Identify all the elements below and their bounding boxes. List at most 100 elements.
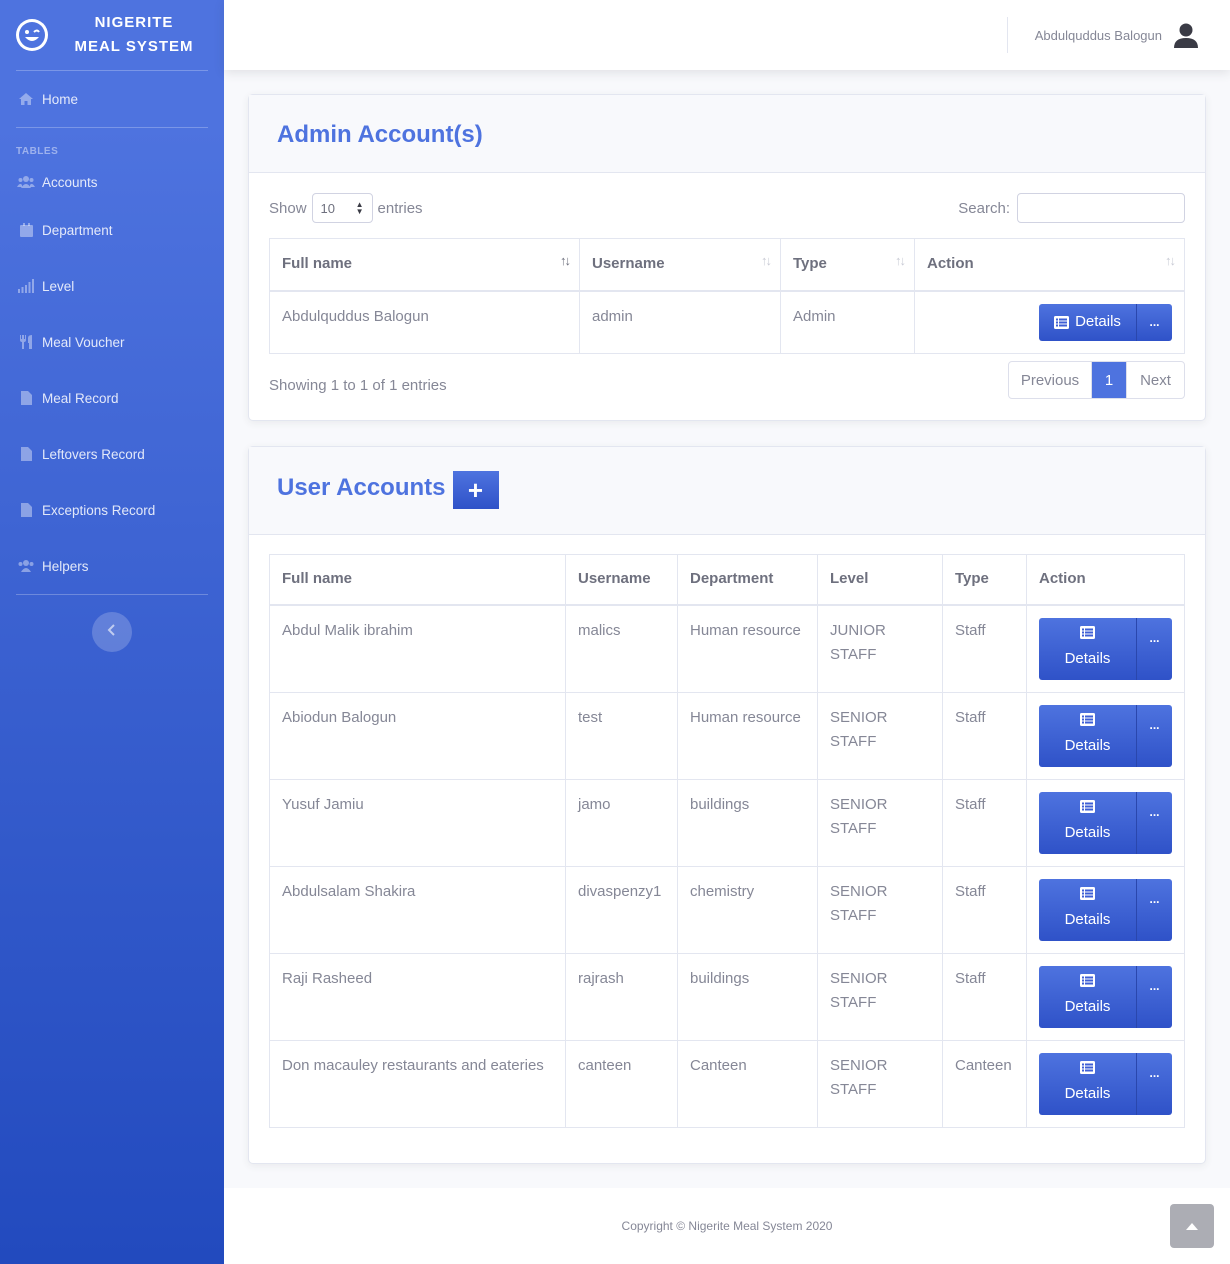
entries-label: entries xyxy=(377,199,423,217)
entries-length-control: Show 10 ▲ ▼ entries xyxy=(269,193,423,223)
sidebar-item-meal-record[interactable]: Meal Record xyxy=(0,370,224,426)
entries-select[interactable]: 10 ▲ ▼ xyxy=(311,193,373,223)
more-options-button[interactable]: ... xyxy=(1136,965,1172,1028)
home-icon xyxy=(17,92,35,106)
brand-line1: NIGERITE xyxy=(94,14,174,31)
sidebar-item-helpers[interactable]: Helpers xyxy=(0,538,224,594)
column-header-label: Action xyxy=(927,255,974,272)
cell-type: Staff xyxy=(942,865,1027,954)
brand-name: NIGERITE MEAL SYSTEM xyxy=(48,11,224,59)
cell-type: Staff xyxy=(942,604,1027,693)
scroll-to-top-button[interactable] xyxy=(1170,1204,1214,1248)
sidebar-divider xyxy=(16,594,208,595)
pagination: Previous 1 Next xyxy=(1008,361,1185,399)
details-button[interactable]: Details xyxy=(1039,1052,1136,1115)
more-options-button[interactable]: ... xyxy=(1136,1052,1172,1115)
details-button-group: Details ... xyxy=(1039,303,1172,341)
sidebar-item-department[interactable]: Department xyxy=(0,202,224,258)
pagination-next[interactable]: Next xyxy=(1126,362,1184,398)
sidebar-item-label: Level xyxy=(42,278,75,294)
list-icon xyxy=(1080,713,1095,726)
cell-action: Details... xyxy=(1026,952,1185,1041)
admin-card-header: Admin Account(s) xyxy=(249,95,1205,173)
column-header-full-name[interactable]: Full name xyxy=(269,554,566,606)
column-header-type[interactable]: Type ↑↓ xyxy=(780,238,915,292)
cell-username: malics xyxy=(565,604,678,693)
sort-icon: ↑↓ xyxy=(1165,253,1176,268)
sidebar-item-leftovers-record[interactable]: Leftovers Record xyxy=(0,426,224,482)
column-header-action[interactable]: Action xyxy=(1026,554,1185,606)
admin-table: Full name ↑↓ Username ↑↓ Type ↑↓ Action ↑↓ A… xyxy=(269,238,1185,354)
file-icon xyxy=(17,447,35,461)
sidebar-item-label: Exceptions Record xyxy=(42,502,156,518)
search-input[interactable] xyxy=(1017,193,1185,223)
sidebar-item-accounts[interactable]: Accounts xyxy=(0,162,224,202)
details-button-label: Details xyxy=(1064,737,1111,754)
cell-level: SENIOR STAFF xyxy=(817,865,943,954)
more-options-button[interactable]: ... xyxy=(1136,303,1172,341)
details-button[interactable]: Details xyxy=(1039,791,1136,854)
column-header-full-name[interactable]: Full name ↑↓ xyxy=(269,238,580,292)
entries-select-value: 10 xyxy=(320,200,335,216)
cell-level: SENIOR STAFF xyxy=(817,952,943,1041)
column-header-department[interactable]: Department xyxy=(677,554,818,606)
column-header-label: Username xyxy=(592,255,665,272)
cell-type: Staff xyxy=(942,952,1027,1041)
pagination-previous[interactable]: Previous xyxy=(1009,362,1092,398)
sort-icon: ↑↓ xyxy=(761,253,772,268)
sidebar: NIGERITE MEAL SYSTEM Home TABLES Account… xyxy=(0,0,224,1264)
user-card-header: User Accounts + xyxy=(249,447,1205,535)
sidebar-item-meal-voucher[interactable]: Meal Voucher xyxy=(0,314,224,370)
cell-level: JUNIOR STAFF xyxy=(817,604,943,693)
cell-level: SENIOR STAFF xyxy=(817,1039,943,1128)
column-header-label: Type xyxy=(793,255,827,272)
topbar-divider xyxy=(1007,17,1008,53)
more-options-button[interactable]: ... xyxy=(1136,617,1172,680)
details-button[interactable]: Details xyxy=(1039,965,1136,1028)
user-icon[interactable] xyxy=(1172,22,1200,50)
column-header-type[interactable]: Type xyxy=(942,554,1027,606)
details-button-group: Details... xyxy=(1039,1052,1172,1115)
more-options-button[interactable]: ... xyxy=(1136,791,1172,854)
column-header-username[interactable]: Username xyxy=(565,554,678,606)
cell-full-name: Don macauley restaurants and eateries xyxy=(269,1039,566,1128)
users-icon xyxy=(17,559,35,573)
column-header-username[interactable]: Username ↑↓ xyxy=(579,238,781,292)
admin-accounts-card: Admin Account(s) Show 10 ▲ ▼ entries Sear… xyxy=(248,94,1206,421)
column-header-action[interactable]: Action ↑↓ xyxy=(914,238,1185,292)
details-button[interactable]: Details xyxy=(1039,303,1136,341)
search-label: Search: xyxy=(958,199,1010,217)
cell-action: Details ... xyxy=(914,290,1185,354)
user-card-title: User Accounts xyxy=(277,474,446,501)
table-header-row: Full name ↑↓ Username ↑↓ Type ↑↓ Action ↑↓ xyxy=(269,238,1185,292)
add-user-button[interactable]: + xyxy=(452,471,499,509)
cell-action: Details... xyxy=(1026,865,1185,954)
table-row: Raji Rasheed rajrash buildings SENIOR STAFF… xyxy=(269,952,1185,1041)
sidebar-item-exceptions-record[interactable]: Exceptions Record xyxy=(0,482,224,538)
sidebar-toggle-button[interactable] xyxy=(92,612,132,652)
details-button-group: Details... xyxy=(1039,791,1172,854)
column-header-level[interactable]: Level xyxy=(817,554,943,606)
details-button[interactable]: Details xyxy=(1039,878,1136,941)
brand-line2: MEAL SYSTEM xyxy=(74,38,194,55)
sidebar-item-home[interactable]: Home xyxy=(0,71,224,127)
cell-department: buildings xyxy=(677,778,818,867)
details-button[interactable]: Details xyxy=(1039,704,1136,767)
more-options-button[interactable]: ... xyxy=(1136,878,1172,941)
file-icon xyxy=(17,503,35,517)
list-icon xyxy=(1080,1061,1095,1074)
cell-full-name: Raji Rasheed xyxy=(269,952,566,1041)
details-button[interactable]: Details xyxy=(1039,617,1136,680)
list-icon xyxy=(1054,315,1070,329)
list-icon xyxy=(1080,626,1095,639)
sidebar-brand[interactable]: NIGERITE MEAL SYSTEM xyxy=(0,0,224,70)
more-options-button[interactable]: ... xyxy=(1136,704,1172,767)
pagination-page[interactable]: 1 xyxy=(1092,362,1126,398)
details-button-label: Details xyxy=(1064,824,1111,841)
users-table: Full name Username Department Level Type… xyxy=(269,554,1185,1128)
cell-full-name: Abdulsalam Shakira xyxy=(269,865,566,954)
user-name[interactable]: Abdulquddus Balogun xyxy=(1035,28,1162,43)
sidebar-item-level[interactable]: Level xyxy=(0,258,224,314)
cell-department: Human resource xyxy=(677,604,818,693)
details-button-group: Details... xyxy=(1039,965,1172,1028)
